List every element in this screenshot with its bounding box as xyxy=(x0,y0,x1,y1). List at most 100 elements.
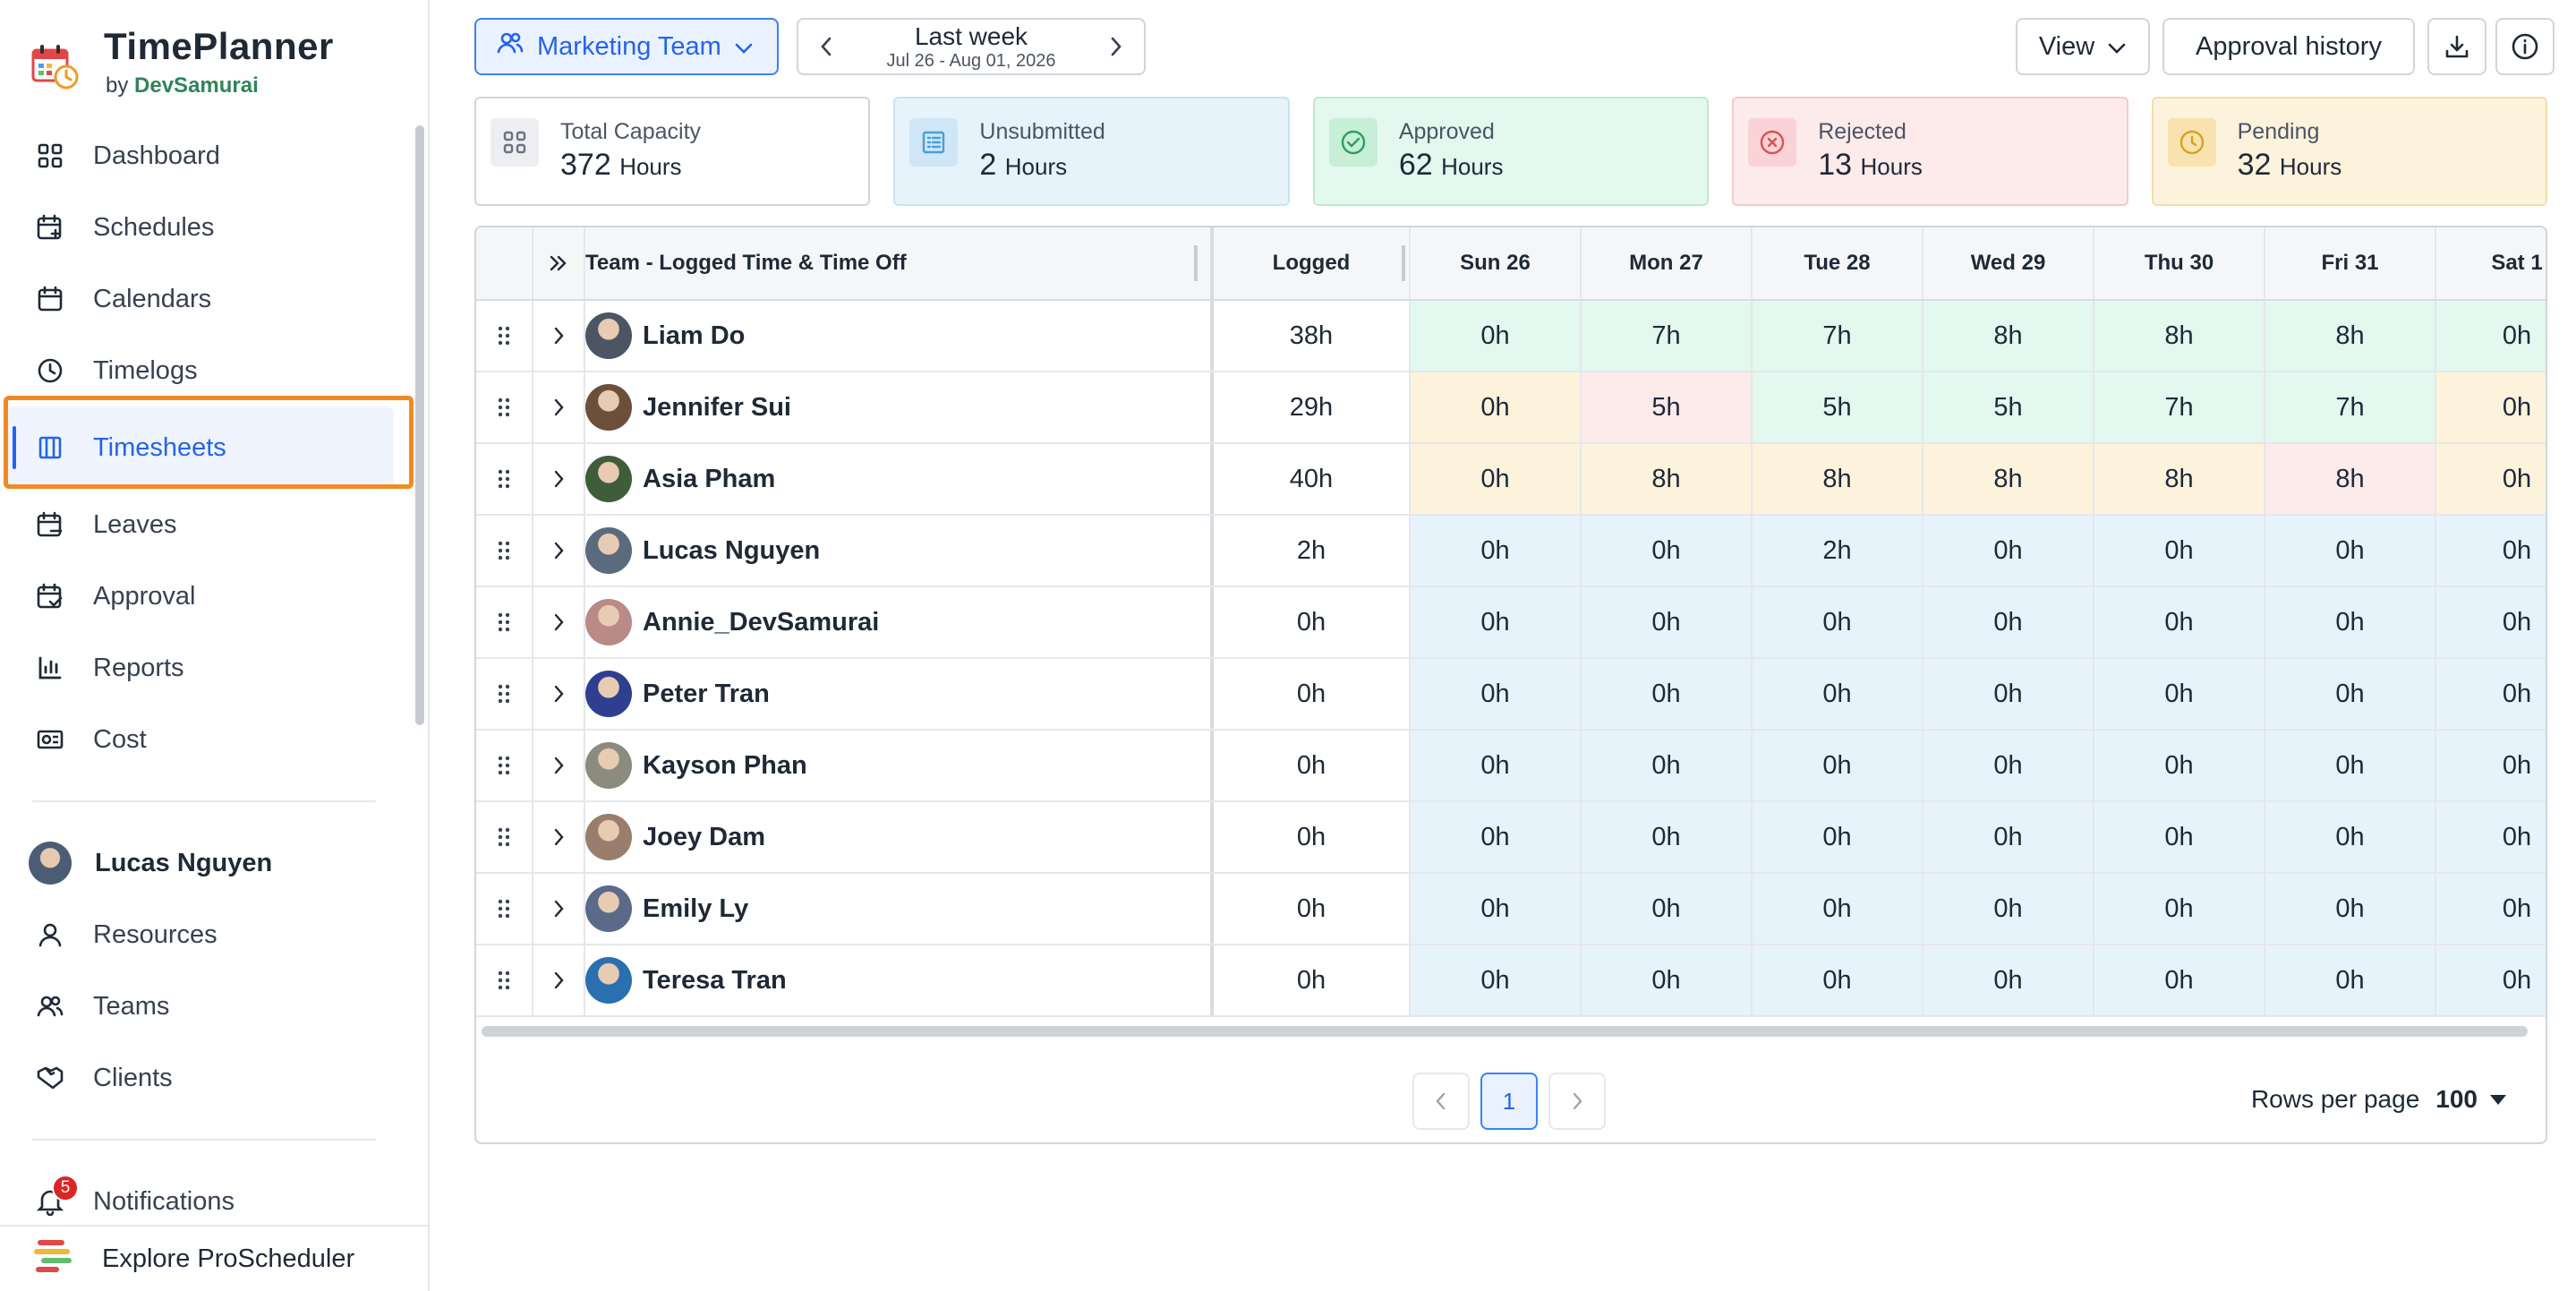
day-hours-cell[interactable]: 0h xyxy=(2094,802,2265,872)
drag-handle-icon[interactable] xyxy=(476,874,533,944)
day-hours-cell[interactable]: 7h xyxy=(2094,372,2265,442)
day-hours-cell[interactable]: 8h xyxy=(1923,444,2094,514)
day-hours-cell[interactable]: 8h xyxy=(2094,301,2265,371)
drag-handle-icon[interactable] xyxy=(476,945,533,1015)
header-name[interactable]: Team - Logged Time & Time Off xyxy=(585,227,1214,299)
drag-handle-icon[interactable] xyxy=(476,731,533,800)
day-hours-cell[interactable]: 8h xyxy=(1582,444,1753,514)
day-hours-cell[interactable]: 5h xyxy=(1753,372,1923,442)
day-hours-cell[interactable]: 0h xyxy=(2436,731,2546,800)
day-hours-cell[interactable]: 0h xyxy=(1582,516,1753,586)
rows-per-page[interactable]: Rows per page 100 xyxy=(2251,1085,2506,1114)
prev-page-button[interactable] xyxy=(1412,1073,1470,1130)
day-hours-cell[interactable]: 0h xyxy=(2094,874,2265,944)
day-hours-cell[interactable]: 0h xyxy=(1411,874,1582,944)
expand-row-button[interactable] xyxy=(533,372,585,442)
day-hours-cell[interactable]: 0h xyxy=(2094,945,2265,1015)
day-hours-cell[interactable]: 0h xyxy=(1411,659,1582,729)
header-logged[interactable]: Logged xyxy=(1214,227,1411,299)
day-hours-cell[interactable]: 0h xyxy=(1411,301,1582,371)
day-hours-cell[interactable]: 7h xyxy=(1582,301,1753,371)
expand-row-button[interactable] xyxy=(533,945,585,1015)
table-row[interactable]: Teresa Tran 0h 0h 0h 0h 0h 0h 0h 0h xyxy=(476,945,2546,1017)
expand-all-button[interactable] xyxy=(533,227,585,299)
day-hours-cell[interactable]: 0h xyxy=(2094,516,2265,586)
table-row[interactable]: Jennifer Sui 29h 0h 5h 5h 5h 7h 7h 0h xyxy=(476,372,2546,444)
download-button[interactable] xyxy=(2427,18,2486,75)
table-row[interactable]: Lucas Nguyen 2h 0h 0h 2h 0h 0h 0h 0h xyxy=(476,516,2546,587)
day-hours-cell[interactable]: 0h xyxy=(1411,372,1582,442)
drag-handle-icon[interactable] xyxy=(476,444,533,514)
drag-handle-icon[interactable] xyxy=(476,301,533,371)
day-hours-cell[interactable]: 0h xyxy=(1753,587,1923,657)
table-row[interactable]: Peter Tran 0h 0h 0h 0h 0h 0h 0h 0h xyxy=(476,659,2546,731)
drag-handle-icon[interactable] xyxy=(476,659,533,729)
day-hours-cell[interactable]: 0h xyxy=(2265,802,2436,872)
day-hours-cell[interactable]: 0h xyxy=(2265,731,2436,800)
member-name[interactable]: Asia Pham xyxy=(643,465,775,494)
day-hours-cell[interactable]: 0h xyxy=(2436,874,2546,944)
table-row[interactable]: Kayson Phan 0h 0h 0h 0h 0h 0h 0h 0h xyxy=(476,731,2546,802)
next-week-button[interactable] xyxy=(1103,33,1130,60)
expand-row-button[interactable] xyxy=(533,444,585,514)
brand[interactable]: TimePlanner by DevSamurai xyxy=(30,23,334,104)
day-hours-cell[interactable]: 0h xyxy=(2436,516,2546,586)
current-user[interactable]: Lucas Nguyen xyxy=(0,827,412,899)
day-hours-cell[interactable]: 0h xyxy=(1753,659,1923,729)
day-hours-cell[interactable]: 8h xyxy=(2265,301,2436,371)
nav-item-timelogs[interactable]: Timelogs xyxy=(0,335,412,406)
nav-item-approval[interactable]: Approval xyxy=(0,560,412,632)
approval-history-button[interactable]: Approval history xyxy=(2162,18,2415,75)
drag-handle-icon[interactable] xyxy=(476,587,533,657)
day-hours-cell[interactable]: 8h xyxy=(2094,444,2265,514)
day-hours-cell[interactable]: 0h xyxy=(2094,731,2265,800)
table-row[interactable]: Annie_DevSamurai 0h 0h 0h 0h 0h 0h 0h 0h xyxy=(476,587,2546,659)
member-name[interactable]: Annie_DevSamurai xyxy=(643,608,879,637)
day-hours-cell[interactable]: 0h xyxy=(1923,659,2094,729)
member-name[interactable]: Lucas Nguyen xyxy=(643,536,820,566)
nav-item-clients[interactable]: Clients xyxy=(0,1042,412,1114)
day-hours-cell[interactable]: 0h xyxy=(2094,587,2265,657)
sidebar-scrollbar[interactable] xyxy=(415,125,424,725)
day-hours-cell[interactable]: 2h xyxy=(1753,516,1923,586)
day-hours-cell[interactable]: 7h xyxy=(2265,372,2436,442)
week-label[interactable]: Last week Jul 26 - Aug 01, 2026 xyxy=(886,22,1055,71)
day-hours-cell[interactable]: 0h xyxy=(2265,874,2436,944)
expand-row-button[interactable] xyxy=(533,802,585,872)
info-button[interactable] xyxy=(2495,18,2555,75)
view-dropdown[interactable]: View xyxy=(2016,18,2150,75)
day-hours-cell[interactable]: 0h xyxy=(1411,731,1582,800)
expand-row-button[interactable] xyxy=(533,516,585,586)
table-row[interactable]: Liam Do 38h 0h 7h 7h 8h 8h 8h 0h xyxy=(476,301,2546,372)
nav-item-leaves[interactable]: Leaves xyxy=(0,489,412,560)
day-hours-cell[interactable]: 0h xyxy=(2265,516,2436,586)
table-row[interactable]: Emily Ly 0h 0h 0h 0h 0h 0h 0h 0h xyxy=(476,874,2546,945)
day-hours-cell[interactable]: 0h xyxy=(1923,802,2094,872)
day-hours-cell[interactable]: 0h xyxy=(2094,659,2265,729)
expand-row-button[interactable] xyxy=(533,301,585,371)
day-hours-cell[interactable]: 0h xyxy=(2436,802,2546,872)
day-hours-cell[interactable]: 5h xyxy=(1923,372,2094,442)
page-button-current[interactable]: 1 xyxy=(1480,1073,1538,1130)
day-hours-cell[interactable]: 0h xyxy=(1923,731,2094,800)
expand-row-button[interactable] xyxy=(533,731,585,800)
expand-row-button[interactable] xyxy=(533,874,585,944)
day-hours-cell[interactable]: 8h xyxy=(2265,444,2436,514)
nav-item-schedules[interactable]: Schedules xyxy=(0,192,412,263)
day-hours-cell[interactable]: 0h xyxy=(2436,444,2546,514)
day-hours-cell[interactable]: 0h xyxy=(1753,731,1923,800)
day-hours-cell[interactable]: 0h xyxy=(1923,587,2094,657)
table-row[interactable]: Asia Pham 40h 0h 8h 8h 8h 8h 8h 0h xyxy=(476,444,2546,516)
nav-item-teams[interactable]: Teams xyxy=(0,970,412,1042)
drag-handle-icon[interactable] xyxy=(476,802,533,872)
day-hours-cell[interactable]: 0h xyxy=(1923,516,2094,586)
day-hours-cell[interactable]: 0h xyxy=(1411,587,1582,657)
member-name[interactable]: Joey Dam xyxy=(643,823,765,852)
day-hours-cell[interactable]: 0h xyxy=(1411,945,1582,1015)
day-hours-cell[interactable]: 0h xyxy=(1582,731,1753,800)
drag-handle-icon[interactable] xyxy=(476,372,533,442)
day-hours-cell[interactable]: 0h xyxy=(2436,301,2546,371)
day-hours-cell[interactable]: 0h xyxy=(2265,587,2436,657)
member-name[interactable]: Jennifer Sui xyxy=(643,393,791,423)
horizontal-scrollbar[interactable] xyxy=(482,1026,2528,1037)
